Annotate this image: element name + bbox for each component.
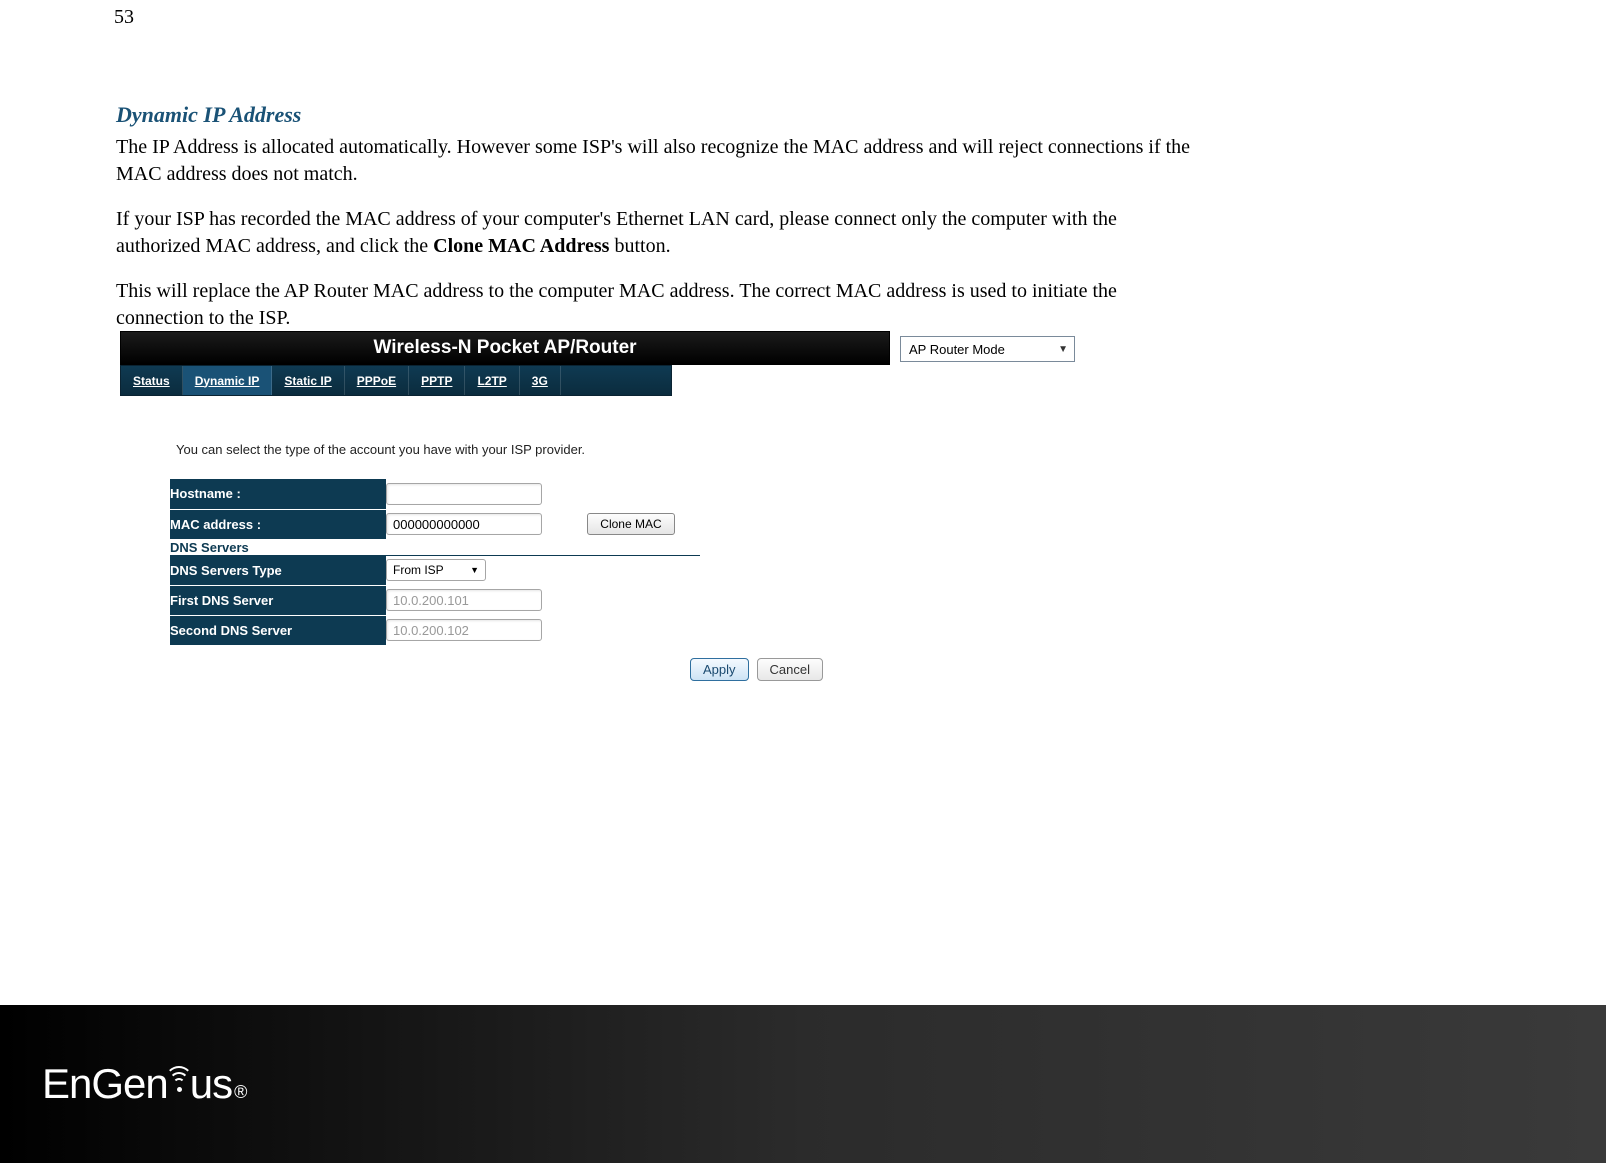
router-header: Wireless-N Pocket AP/Router AP Router Mo… [120, 331, 890, 365]
instruction-text: You can select the type of the account y… [176, 442, 880, 457]
clone-mac-button[interactable]: Clone MAC [587, 513, 674, 535]
cancel-button[interactable]: Cancel [757, 658, 823, 681]
paragraph-2: If your ISP has recorded the MAC address… [116, 206, 1196, 260]
logo-part2: Gen [91, 1060, 167, 1108]
logo-part1: En [42, 1060, 91, 1108]
engenius-logo: EnGen us® [42, 1060, 246, 1108]
tab-dynamic-ip[interactable]: Dynamic IP [183, 366, 273, 395]
tab-l2tp[interactable]: L2TP [465, 366, 519, 395]
mac-label: MAC address : [170, 509, 386, 539]
router-body: You can select the type of the account y… [120, 396, 880, 681]
paragraph-3: This will replace the AP Router MAC addr… [116, 278, 1196, 332]
para2-post: button. [609, 235, 670, 257]
doc-content: Dynamic IP Address The IP Address is all… [116, 102, 1196, 350]
registered-mark: ® [234, 1082, 246, 1103]
action-buttons: Apply Cancel [690, 658, 880, 681]
dns2-label: Second DNS Server [170, 615, 386, 645]
page-number: 53 [114, 6, 134, 29]
hostname-label: Hostname : [170, 479, 386, 509]
apply-button[interactable]: Apply [690, 658, 749, 681]
chevron-down-icon: ▼ [1058, 344, 1068, 355]
tab-status[interactable]: Status [121, 366, 183, 395]
router-title: Wireless-N Pocket AP/Router [373, 337, 636, 359]
tab-static-ip[interactable]: Static IP [272, 366, 344, 395]
wifi-icon [166, 1064, 192, 1098]
dns-section-header: DNS Servers [170, 539, 700, 555]
wan-tabs: Status Dynamic IP Static IP PPPoE PPTP L… [120, 365, 672, 396]
dns-type-label: DNS Servers Type [170, 555, 386, 585]
dns2-input [386, 619, 542, 641]
mode-select[interactable]: AP Router Mode ▼ [900, 336, 1075, 362]
router-admin-screenshot: Wireless-N Pocket AP/Router AP Router Mo… [120, 331, 890, 681]
chevron-down-icon: ▼ [470, 565, 479, 575]
hostname-input[interactable] [386, 483, 542, 505]
footer: EnGen us® [0, 1005, 1606, 1163]
tab-pptp[interactable]: PPTP [409, 366, 465, 395]
mac-input[interactable] [386, 513, 542, 535]
tab-pppoe[interactable]: PPPoE [345, 366, 409, 395]
tab-3g[interactable]: 3G [520, 366, 561, 395]
settings-table: Hostname : MAC address : Clone MAC DNS S… [170, 479, 700, 646]
section-title: Dynamic IP Address [116, 102, 1196, 128]
paragraph-1: The IP Address is allocated automaticall… [116, 134, 1196, 188]
dns1-label: First DNS Server [170, 585, 386, 615]
dns1-input [386, 589, 542, 611]
logo-part3: us [190, 1060, 232, 1108]
mode-select-value: AP Router Mode [909, 342, 1005, 357]
dns-type-value: From ISP [393, 563, 444, 577]
para2-bold: Clone MAC Address [433, 235, 609, 257]
dns-type-select[interactable]: From ISP ▼ [386, 559, 486, 581]
